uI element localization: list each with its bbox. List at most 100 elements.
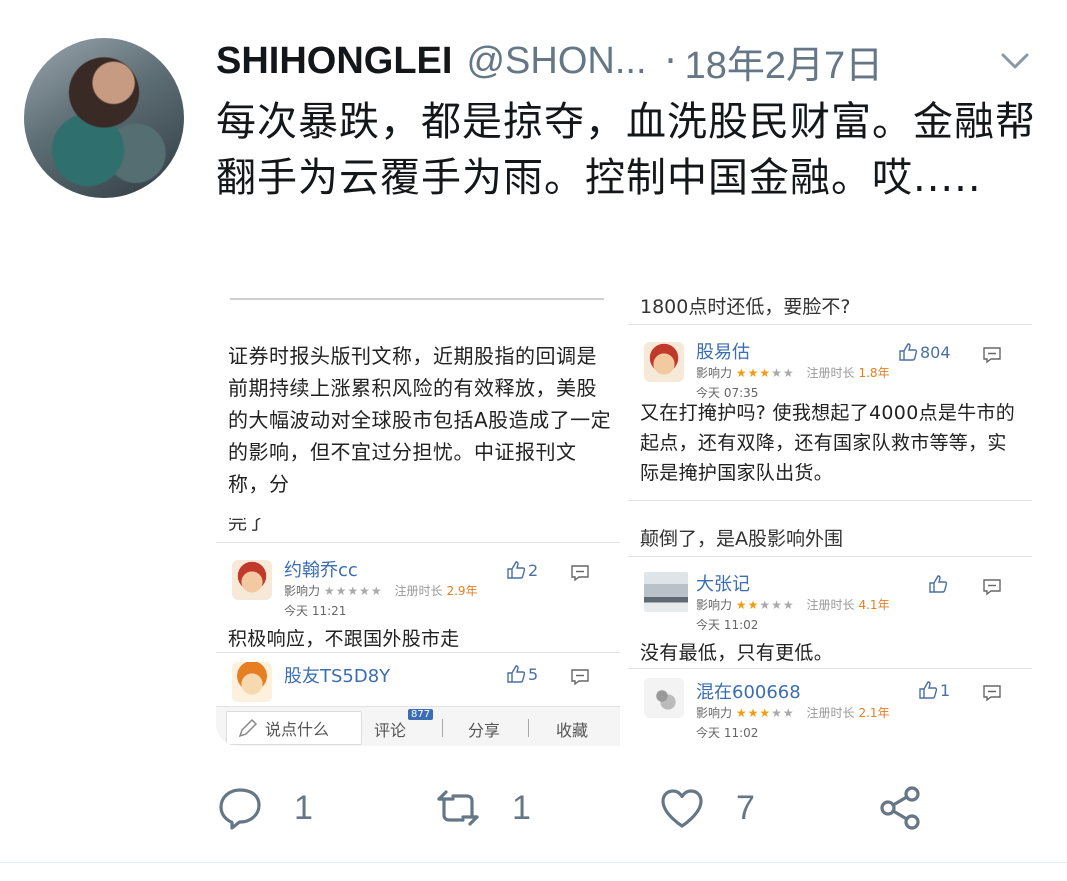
- image-comments-bottom-right[interactable]: 颠倒了，是A股影响外围 大张记 影响力 ★★★★★ 注册时长 4.1年 今天 11…: [628, 518, 1032, 746]
- reply-icon: [571, 669, 589, 686]
- reply-icon: [983, 579, 1001, 596]
- rating-stars-empty: ★★★★★: [323, 584, 383, 598]
- comment-like: 2: [506, 560, 538, 580]
- comment-tab[interactable]: 评论: [374, 717, 406, 741]
- thumbs-up-icon: [929, 575, 948, 593]
- commenter-meta: 影响力 ★★★★★ 注册时长 1.8年: [696, 364, 890, 381]
- tweet-text: 每次暴跌，都是掠夺，血洗股民财富。金融帮翻手为云覆手为雨。控制中国金融。哎...…: [216, 99, 1036, 201]
- comment-like: 804: [898, 342, 951, 362]
- tweet-header: SHIHONGLEI @SHON... · 18年2月7日: [216, 34, 884, 89]
- share-button[interactable]: [876, 780, 924, 836]
- rating-stars-empty: ★★: [771, 366, 795, 380]
- thumbs-up-icon: [919, 681, 938, 699]
- quote-text: 1800点时还低，要脸不?: [640, 296, 851, 318]
- commenter-avatar: [232, 560, 272, 600]
- comment-action-bar: 说点什么 评论 877 分享 收藏: [216, 706, 620, 746]
- reply-button[interactable]: 1: [216, 780, 313, 836]
- commenter-meta: 影响力 ★★★★★ 注册时长 2.9年: [284, 582, 478, 599]
- bar-divider: [442, 719, 443, 737]
- image-comments-top-right[interactable]: 1800点时还低，要脸不? 股易估 影响力 ★★★★★ 注册时长 1.8年 今天 …: [628, 284, 1032, 510]
- retweet-icon: [437, 790, 479, 826]
- quote-fragment: 完了: [228, 518, 267, 534]
- reg-years: 1.8年: [858, 366, 890, 380]
- tweet-bottom-divider: [0, 862, 1067, 863]
- favorite-tab[interactable]: 收藏: [556, 717, 588, 741]
- influence-label: 影响力: [696, 706, 733, 720]
- retweet-button[interactable]: 1: [434, 780, 531, 836]
- divider: [628, 500, 1032, 501]
- separator-dot: ·: [664, 39, 677, 83]
- comment-body: 又在打掩护吗? 使我想起了4000点是牛市的起点，还有双降，还有国家队救市等等，…: [640, 402, 1016, 484]
- bar-divider: [528, 719, 529, 737]
- reply-icon: [983, 685, 1001, 702]
- like-count: 7: [736, 788, 755, 827]
- comment-body: 积极响应，不跟国外股市走: [228, 628, 460, 650]
- say-something-input[interactable]: 说点什么: [226, 711, 362, 745]
- thumbs-up-icon: [899, 343, 918, 361]
- comment-like: 1: [918, 680, 950, 700]
- like-button[interactable]: 7: [658, 780, 755, 836]
- article-text: 证券时报头版刊文称，近期股指的回调是前期持续上涨累积风险的有效释放，美股的大幅波…: [228, 344, 612, 496]
- rating-stars-empty: ★★★: [759, 598, 795, 612]
- like-count: 1: [940, 680, 951, 700]
- comment-time: 今天 11:02: [696, 618, 759, 632]
- tweet-actions: 1 1 7: [216, 780, 956, 836]
- influence-label: 影响力: [696, 366, 733, 380]
- chevron-down-icon[interactable]: [1000, 50, 1030, 72]
- commenter-avatar: [644, 572, 688, 612]
- divider: [216, 652, 620, 653]
- reg-years: 4.1年: [858, 598, 890, 612]
- rating-stars: ★★★: [735, 706, 772, 720]
- reg-years: 2.1年: [858, 706, 890, 720]
- influence-label: 影响力: [284, 584, 321, 598]
- thumbs-up-icon: [507, 561, 526, 579]
- reply-icon: [983, 347, 1001, 364]
- rating-stars: ★★★: [735, 366, 772, 380]
- share-tab[interactable]: 分享: [468, 717, 500, 741]
- divider: [628, 324, 1032, 325]
- heart-icon: [661, 789, 703, 828]
- reg-label: 注册时长: [806, 366, 855, 380]
- thumbs-up-icon: [507, 665, 526, 683]
- divider: [628, 556, 1032, 557]
- divider: [628, 668, 1032, 669]
- comment-count-badge: 877: [408, 709, 434, 720]
- commenter-meta: 影响力 ★★★★★ 注册时长 2.1年: [696, 704, 890, 721]
- share-icon: [880, 786, 920, 830]
- reply-count: 1: [294, 788, 313, 827]
- tweet-image-grid[interactable]: 证券时报头版刊文称，近期股指的回调是前期持续上涨累积风险的有效释放，美股的大幅波…: [216, 284, 1032, 746]
- profile-avatar[interactable]: [24, 38, 184, 198]
- reg-label: 注册时长: [806, 598, 855, 612]
- quote-text: 颠倒了，是A股影响外围: [640, 528, 843, 550]
- pencil-icon: [238, 718, 258, 738]
- commenter-name: 股易估: [696, 342, 750, 363]
- rating-stars-empty: ★★: [771, 706, 795, 720]
- image-comments-bottom-left[interactable]: 完了 约翰乔cc 影响力 ★★★★★ 注册时长 2.9年 今天 11:21 2 积…: [216, 518, 620, 746]
- commenter-name: 约翰乔cc: [284, 560, 358, 581]
- divider: [216, 542, 620, 543]
- commenter-name: 股友TS5D8Y: [284, 666, 391, 687]
- like-count: 804: [920, 342, 951, 362]
- reg-label: 注册时长: [806, 706, 855, 720]
- commenter-avatar: [232, 662, 272, 702]
- reply-icon: [219, 788, 261, 830]
- reg-years: 2.9年: [446, 584, 478, 598]
- article-divider: [230, 298, 604, 300]
- image-article[interactable]: 证券时报头版刊文称，近期股指的回调是前期持续上涨累积风险的有效释放，美股的大幅波…: [216, 284, 620, 510]
- commenter-avatar: [644, 342, 684, 382]
- tweet-date[interactable]: 18年2月7日: [685, 34, 884, 89]
- reg-label: 注册时长: [394, 584, 443, 598]
- like-count: 2: [528, 560, 539, 580]
- like-count: 5: [528, 664, 539, 684]
- commenter-avatar: [644, 678, 684, 718]
- influence-label: 影响力: [696, 598, 733, 612]
- grid-gutter-horizontal: [216, 510, 1032, 518]
- reply-icon: [571, 565, 589, 582]
- commenter-meta: 影响力 ★★★★★ 注册时长 4.1年: [696, 596, 890, 613]
- commenter-name: 混在600668: [696, 682, 801, 703]
- retweet-count: 1: [512, 788, 531, 827]
- display-name[interactable]: SHIHONGLEI: [216, 40, 452, 83]
- user-handle[interactable]: @SHON...: [466, 40, 646, 83]
- comment-like: [928, 574, 950, 594]
- comment-body: 没有最低，只有更低。: [640, 642, 834, 664]
